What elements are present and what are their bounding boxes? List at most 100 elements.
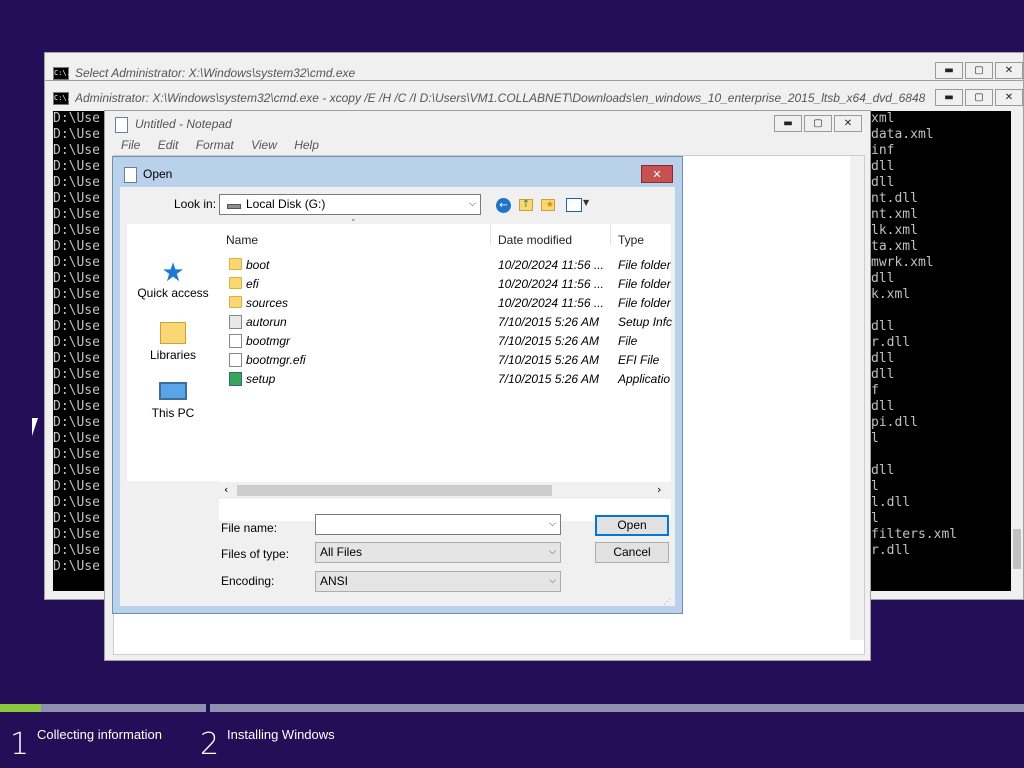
maximize-button[interactable]: ▢ — [965, 62, 993, 79]
console-scrollbar[interactable] — [1011, 111, 1023, 591]
folder-icon — [229, 258, 242, 270]
menu-edit[interactable]: Edit — [158, 138, 179, 152]
maximize-button[interactable]: ▢ — [804, 115, 832, 132]
settings-file-icon — [229, 315, 242, 329]
file-icon — [229, 334, 242, 348]
dialog-close-button[interactable]: ✕ — [641, 165, 673, 183]
cancel-button[interactable]: Cancel — [595, 542, 669, 563]
file-date: 7/10/2015 5:26 AM — [498, 334, 599, 348]
close-button[interactable]: ✕ — [995, 89, 1023, 106]
file-row[interactable]: sources 10/20/2024 11:56 ... File folder — [219, 294, 671, 313]
file-row[interactable]: efi 10/20/2024 11:56 ... File folder — [219, 275, 671, 294]
file-type: File folder — [618, 258, 671, 272]
column-name[interactable]: Name — [226, 233, 258, 247]
look-in-dropdown[interactable]: Local Disk (G:) ⌵ — [219, 194, 481, 215]
file-icon — [229, 353, 242, 367]
up-folder-icon[interactable]: ↑ — [519, 199, 533, 211]
close-button[interactable]: ✕ — [834, 115, 862, 132]
file-name: setup — [246, 372, 276, 386]
minimize-button[interactable]: ▬ — [935, 89, 963, 106]
file-date: 10/20/2024 11:56 ... — [498, 258, 604, 272]
file-list[interactable]: ˄ Name Date modified Type boot 10/20/2024… — [219, 219, 673, 521]
file-type: Applicatio — [618, 372, 671, 386]
place-quick-access[interactable]: ★ Quick access — [131, 260, 215, 300]
star-icon: ★ — [161, 258, 185, 288]
file-date: 7/10/2015 5:26 AM — [498, 315, 599, 329]
scroll-left-icon[interactable]: ‹ — [224, 483, 228, 496]
file-date: 10/20/2024 11:56 ... — [498, 296, 604, 310]
chevron-down-icon[interactable]: ⌵ — [549, 515, 556, 534]
file-row[interactable]: setup 7/10/2015 5:26 AM Applicatio — [219, 370, 671, 389]
file-row[interactable]: boot 10/20/2024 11:56 ... File folder — [219, 256, 671, 275]
file-name: bootmgr — [246, 334, 291, 348]
horizontal-scrollbar[interactable]: ‹ › — [219, 482, 671, 499]
resize-grip-icon[interactable]: ⋰ — [663, 597, 671, 606]
places-bar: ★ Quick access Libraries This PC — [127, 224, 219, 481]
cmd-title: Administrator: X:\Windows\system32\cmd.e… — [75, 91, 925, 105]
new-folder-icon[interactable]: ★ — [541, 199, 555, 211]
cmd-icon: C:\. — [53, 66, 71, 80]
console-output-right: xml data.xml inf dll dll nt.dll nt.xml l… — [871, 111, 1011, 591]
file-type: File folder — [618, 277, 671, 291]
maximize-button[interactable]: ▢ — [965, 89, 993, 106]
minimize-button[interactable]: ▬ — [774, 115, 802, 132]
file-name-label: File name: — [221, 521, 278, 535]
scroll-thumb[interactable] — [237, 485, 552, 496]
setup-app-icon — [229, 372, 242, 386]
file-name: sources — [246, 296, 289, 310]
view-menu-arrow-icon: ▼ — [583, 198, 590, 207]
place-this-pc[interactable]: This PC — [131, 380, 215, 420]
step-number: 1 — [10, 727, 30, 762]
open-button[interactable]: Open — [595, 515, 669, 536]
drive-icon — [227, 204, 241, 209]
scroll-thumb[interactable] — [1013, 529, 1021, 569]
close-button[interactable]: ✕ — [995, 62, 1023, 79]
menu-file[interactable]: File — [121, 138, 140, 152]
column-divider — [610, 224, 611, 246]
file-row[interactable]: autorun 7/10/2015 5:26 AM Setup Infc — [219, 313, 673, 332]
file-row[interactable]: bootmgr.efi 7/10/2015 5:26 AM EFI File — [219, 351, 671, 370]
file-name-input[interactable]: ⌵ — [315, 514, 561, 535]
column-date[interactable]: Date modified — [498, 233, 572, 247]
minimize-button[interactable]: ▬ — [935, 62, 963, 79]
file-type: File folder — [618, 296, 671, 310]
folder-icon — [229, 296, 242, 308]
notepad-title: Untitled - Notepad — [135, 117, 232, 131]
file-row[interactable]: bootmgr 7/10/2015 5:26 AM File — [219, 332, 671, 351]
column-divider — [490, 224, 491, 246]
computer-icon — [159, 382, 187, 400]
file-name: efi — [246, 277, 259, 291]
column-type[interactable]: Type — [618, 233, 644, 247]
scroll-right-icon[interactable]: › — [657, 483, 661, 496]
view-menu-icon[interactable] — [566, 198, 582, 212]
dialog-body: Look in: Local Disk (G:) ⌵ ← ↑ ★ ▼ ★ Qui… — [120, 187, 675, 606]
notepad-icon — [115, 117, 128, 133]
dialog-title: Open — [143, 167, 173, 181]
files-of-type-dropdown[interactable]: All Files ⌵ — [315, 542, 561, 563]
place-libraries[interactable]: Libraries — [131, 320, 215, 362]
file-date: 7/10/2015 5:26 AM — [498, 372, 599, 386]
menu-format[interactable]: Format — [196, 138, 234, 152]
encoding-label: Encoding: — [221, 574, 275, 588]
notepad-scrollbar[interactable] — [850, 156, 864, 640]
menu-view[interactable]: View — [251, 138, 277, 152]
chevron-down-icon: ⌵ — [549, 547, 556, 557]
cmd-title-back: Select Administrator: X:\Windows\system3… — [75, 66, 356, 80]
folder-icon — [229, 277, 242, 289]
place-label: Quick access — [137, 286, 209, 300]
libraries-icon — [160, 322, 186, 344]
setup-progress-track-2 — [210, 704, 1024, 712]
file-name: boot — [246, 258, 270, 272]
open-dialog[interactable]: Open ✕ Look in: Local Disk (G:) ⌵ ← ↑ ★ … — [112, 156, 683, 614]
encoding-dropdown[interactable]: ANSI ⌵ — [315, 571, 561, 592]
chevron-down-icon: ⌵ — [469, 199, 476, 209]
cmd-icon: C:\. — [53, 91, 71, 105]
place-label: This PC — [151, 406, 195, 420]
dialog-icon — [124, 167, 137, 183]
mouse-cursor-icon — [32, 418, 38, 436]
file-type: Setup Infc — [618, 315, 673, 329]
setup-progress-fill — [0, 704, 42, 712]
menu-help[interactable]: Help — [294, 138, 319, 152]
back-icon[interactable]: ← — [496, 198, 511, 213]
look-in-value: Local Disk (G:) — [246, 197, 326, 211]
